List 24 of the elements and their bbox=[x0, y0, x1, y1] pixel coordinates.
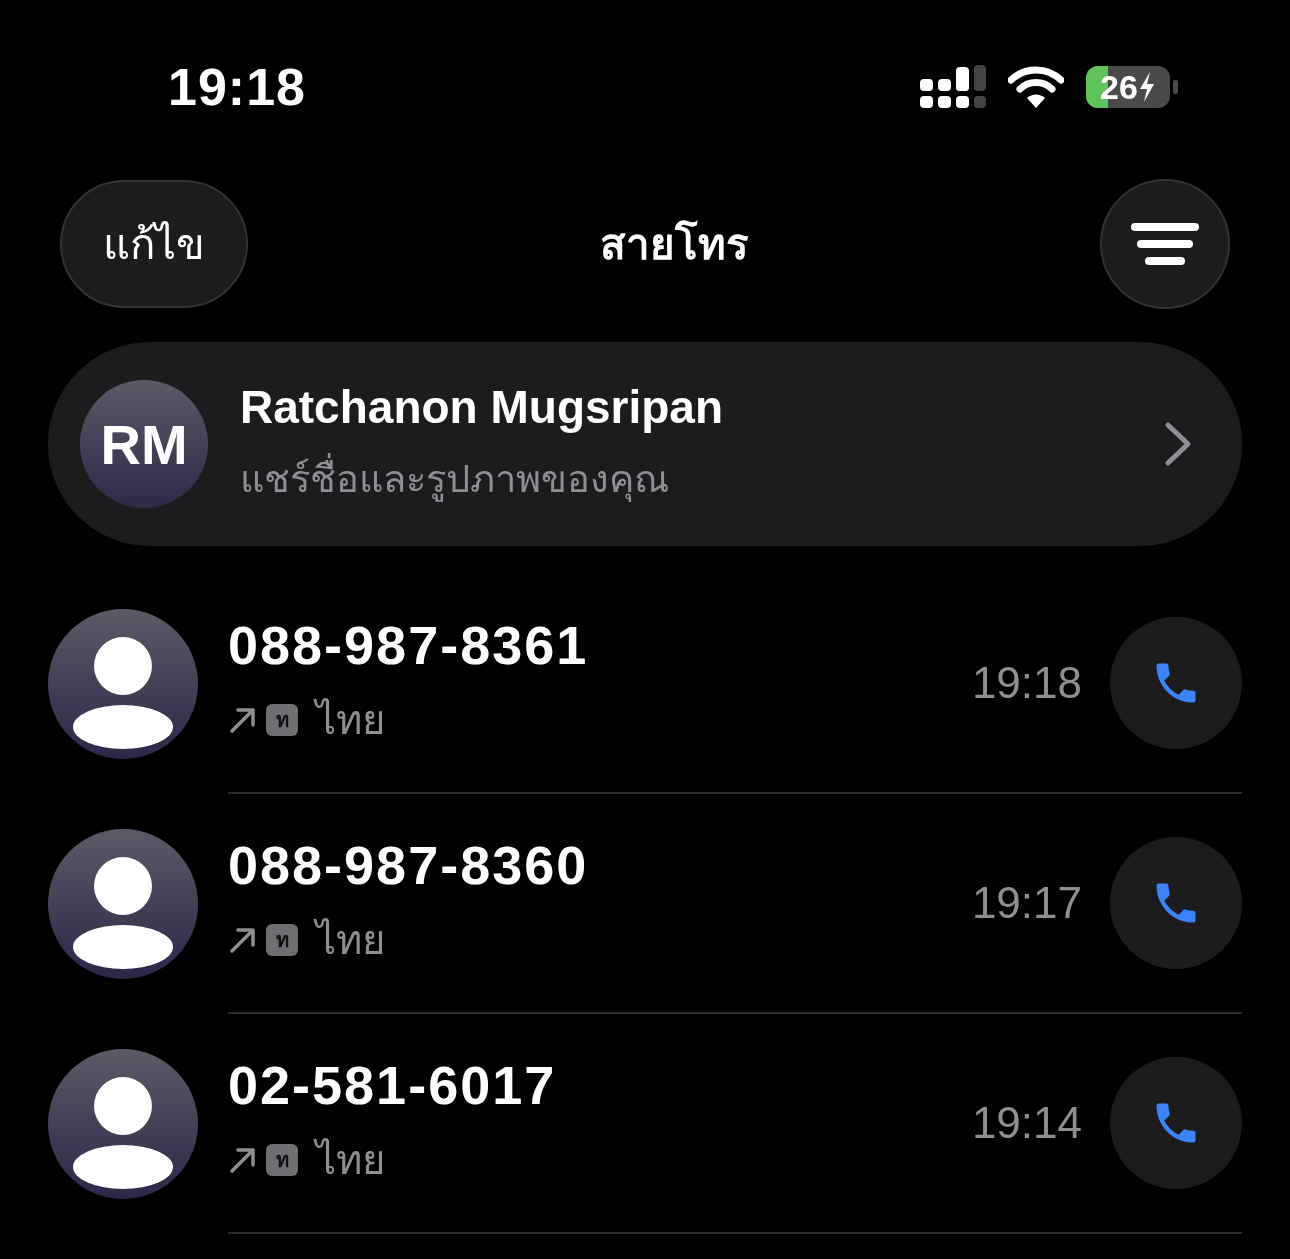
initials-avatar: RM bbox=[80, 380, 208, 508]
signal-icon bbox=[920, 65, 986, 109]
call-time: 19:17 bbox=[971, 878, 1082, 928]
sim-badge: ท bbox=[266, 924, 298, 956]
sim-badge: ท bbox=[266, 1144, 298, 1176]
page-title: สายโทร bbox=[599, 219, 749, 270]
wifi-icon bbox=[1008, 66, 1064, 108]
phone-number: 088-987-8360 bbox=[228, 834, 590, 896]
profile-name: Ratchanon Mugsripan bbox=[240, 379, 725, 434]
filter-icon bbox=[1131, 222, 1199, 266]
call-time: 19:18 bbox=[971, 658, 1082, 708]
phone-number: 02-581-6017 bbox=[228, 1054, 558, 1116]
battery-tip-icon bbox=[1173, 80, 1178, 94]
sim-badge: ท bbox=[266, 704, 298, 736]
contact-avatar-icon bbox=[48, 1049, 198, 1199]
phone-number: 088-987-8361 bbox=[228, 614, 590, 676]
call-time: 19:14 bbox=[971, 1098, 1082, 1148]
contact-avatar-icon bbox=[48, 609, 198, 759]
edit-button[interactable]: แก้ไข bbox=[60, 180, 248, 308]
chevron-right-icon bbox=[1164, 421, 1192, 467]
contact-avatar-icon bbox=[48, 829, 198, 979]
profile-card[interactable]: RM Ratchanon Mugsripan แชร์ชื่อและรูปภาพของคุณ bbox=[48, 342, 1242, 546]
profile-subtitle: แชร์ชื่อและรูปภาพของคุณ bbox=[240, 447, 1132, 509]
status-time: 19:18 bbox=[168, 57, 306, 117]
